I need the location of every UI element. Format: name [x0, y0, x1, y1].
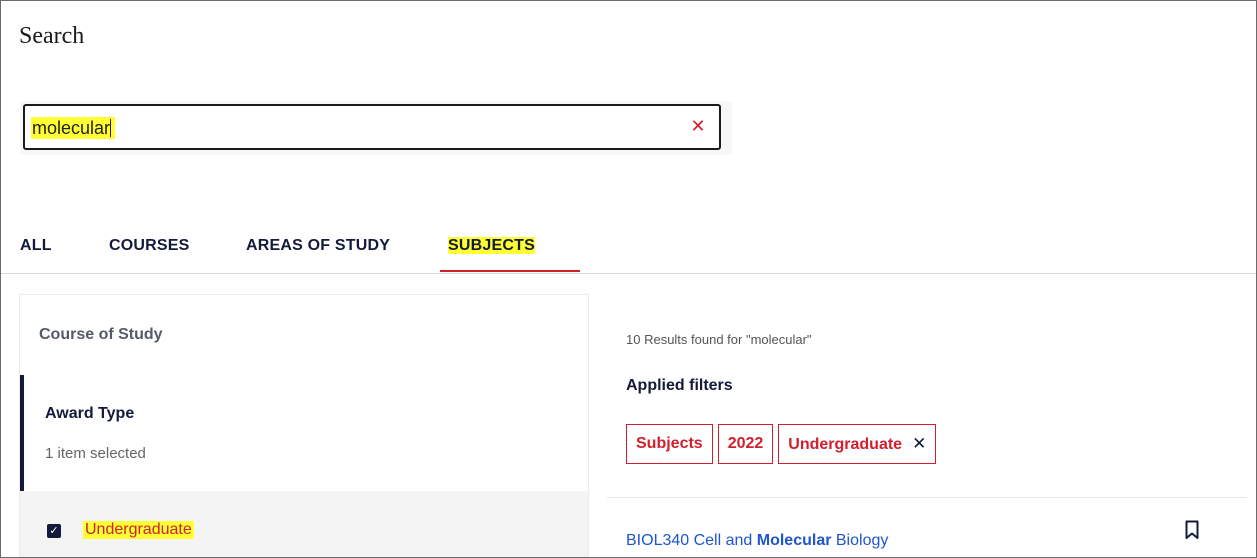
active-tab-underline [440, 270, 580, 272]
applied-filters-title: Applied filters [626, 377, 733, 394]
remove-filter-icon[interactable]: ✕ [912, 434, 926, 453]
award-type-filter[interactable]: Award Type 1 item selected [20, 375, 592, 491]
search-input-value[interactable]: molecular [31, 117, 116, 139]
search-input[interactable]: molecular ✕ [23, 104, 721, 150]
tab-courses[interactable]: COURSES [109, 237, 190, 255]
text-caret [110, 119, 112, 137]
tab-all[interactable]: ALL [20, 237, 52, 255]
filter-panel: Course of Study Award Type 1 item select… [19, 294, 592, 557]
page-title: Search [19, 23, 85, 49]
filter-option-label[interactable]: Undergraduate [83, 521, 194, 539]
results-divider [607, 497, 1247, 498]
filter-chip-undergraduate[interactable]: Undergraduate ✕ [778, 424, 937, 464]
filter-option-undergraduate[interactable]: ✓ Undergraduate [20, 491, 588, 557]
results-count: 10 Results found for "molecular" [626, 332, 812, 347]
tab-areas-of-study[interactable]: AREAS OF STUDY [246, 237, 390, 255]
checkbox-checked-icon[interactable]: ✓ [47, 524, 61, 538]
applied-filters: Subjects 2022 Undergraduate ✕ [626, 424, 937, 464]
results-panel: 10 Results found for "molecular" Applied… [607, 294, 1247, 557]
filter-heading: Course of Study [39, 326, 163, 343]
filter-chip-2022[interactable]: 2022 [717, 424, 774, 464]
tab-subjects[interactable]: SUBJECTS [448, 237, 535, 255]
search-tabs: ALL COURSES AREAS OF STUDY SUBJECTS [1, 231, 1256, 274]
result-link[interactable]: BIOL340 Cell and Molecular Biology [626, 532, 888, 550]
close-icon[interactable]: ✕ [687, 114, 709, 138]
award-type-selected-count: 1 item selected [45, 445, 146, 462]
bookmark-icon[interactable] [1185, 520, 1199, 540]
award-type-title: Award Type [45, 405, 135, 422]
result-highlight: Molecular [756, 532, 832, 549]
filter-chip-subjects[interactable]: Subjects [626, 424, 713, 464]
search-container: molecular ✕ [20, 101, 732, 155]
search-page: Search molecular ✕ ALL COURSES AREAS OF … [0, 0, 1257, 558]
